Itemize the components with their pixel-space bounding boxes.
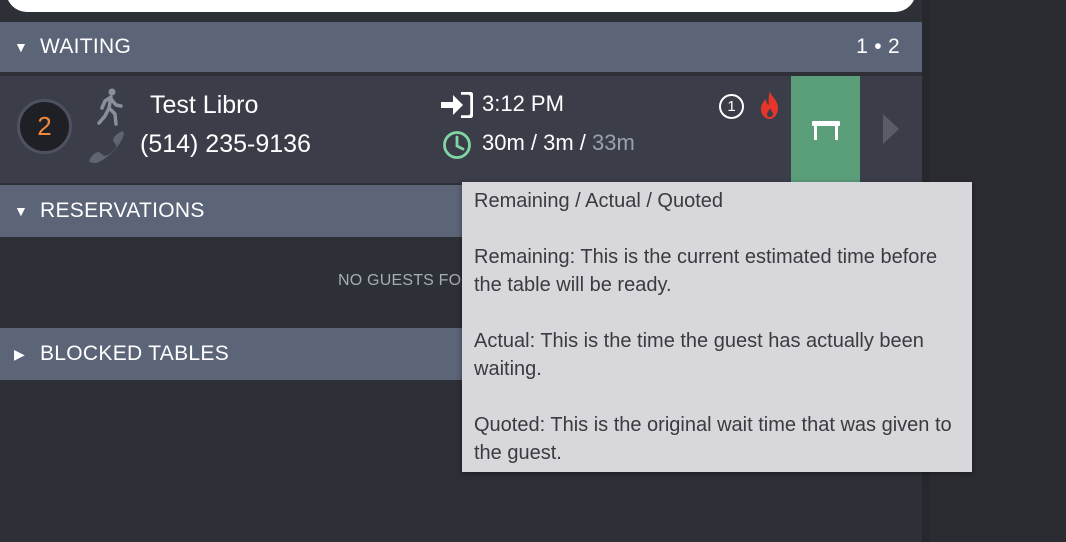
reservations-empty-text: NO GUESTS FO bbox=[338, 272, 462, 289]
chevron-right-icon[interactable] bbox=[880, 112, 902, 146]
guest-phone: (514) 235-9136 bbox=[140, 130, 311, 158]
wait-remaining-actual: 30m / 3m / bbox=[482, 130, 586, 155]
search-field[interactable] bbox=[6, 0, 916, 12]
alert-count: 1 bbox=[727, 98, 736, 115]
blocked-tables-section-label: BLOCKED TABLES bbox=[40, 342, 229, 365]
fire-icon bbox=[761, 91, 778, 119]
caret-right-icon: ▶ bbox=[14, 345, 26, 362]
party-size-value: 2 bbox=[37, 111, 52, 141]
clock-icon[interactable] bbox=[442, 130, 472, 160]
arrival-time: 3:12 PM bbox=[482, 91, 564, 116]
caret-down-icon: ▼ bbox=[14, 203, 29, 219]
wait-times[interactable]: 30m / 3m / 33m bbox=[482, 130, 635, 156]
arrival-icon bbox=[441, 92, 473, 118]
walking-person-icon bbox=[97, 88, 123, 126]
wait-time-tooltip: Remaining / Actual / Quoted Remaining: T… bbox=[462, 182, 972, 472]
caret-down-icon: ▼ bbox=[14, 39, 29, 55]
table-icon bbox=[811, 120, 840, 140]
phone-icon bbox=[89, 131, 124, 164]
seat-guest-button[interactable] bbox=[791, 76, 860, 183]
waiting-section-header[interactable]: ▼ WAITING 1 • 2 bbox=[0, 22, 922, 72]
reservations-section-label: RESERVATIONS bbox=[40, 199, 205, 222]
waiting-section-label: WAITING bbox=[40, 35, 132, 58]
party-size-badge: 2 bbox=[17, 99, 72, 154]
alert-circle-icon[interactable]: 1 bbox=[719, 94, 744, 119]
guest-name[interactable]: Test Libro bbox=[150, 91, 258, 120]
tooltip-quoted: Quoted: This is the original wait time t… bbox=[474, 414, 952, 464]
wait-quoted: 33m bbox=[592, 130, 635, 155]
tooltip-title: Remaining / Actual / Quoted bbox=[474, 190, 724, 212]
waiting-count: 1 • 2 bbox=[856, 35, 900, 58]
tooltip-actual: Actual: This is the time the guest has a… bbox=[474, 330, 924, 380]
tooltip-remaining: Remaining: This is the current estimated… bbox=[474, 246, 938, 296]
